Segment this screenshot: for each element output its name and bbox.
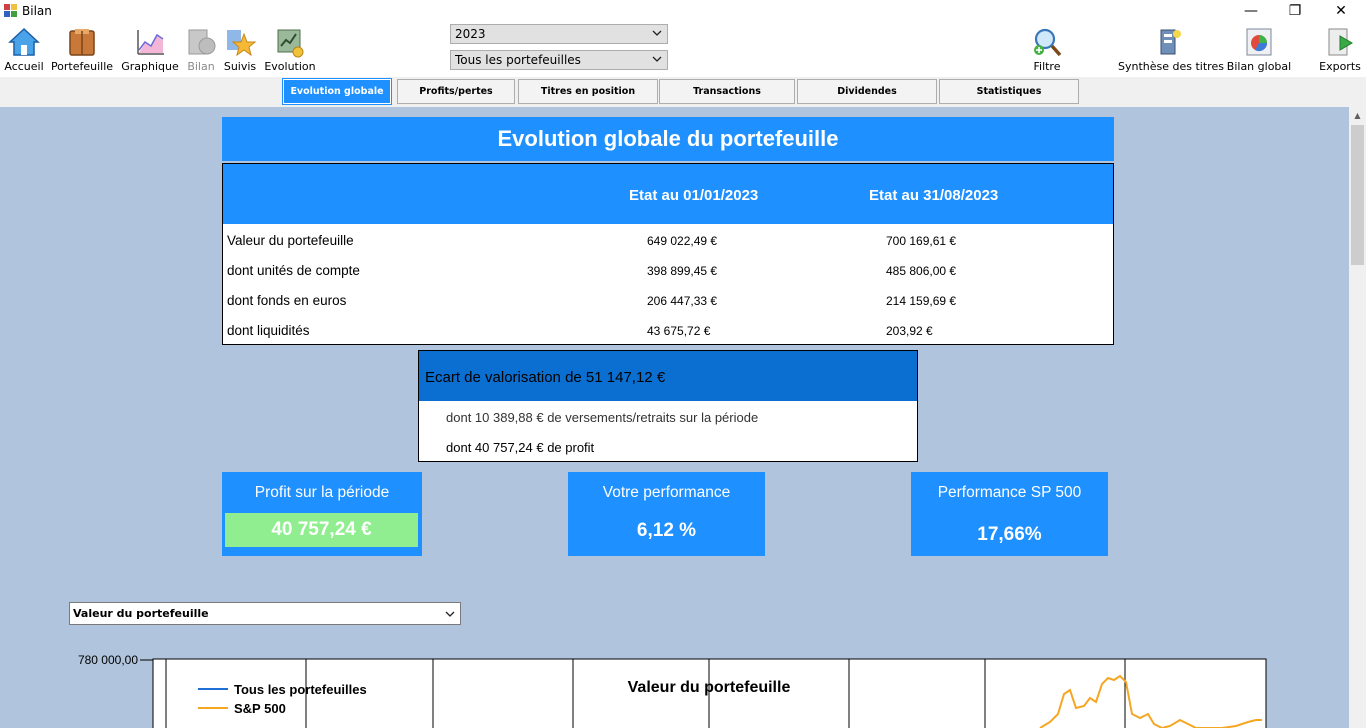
profit-card-value: 40 757,24 € [271, 519, 372, 540]
row-end-value: 700 169,61 € [886, 234, 957, 248]
minimize-button[interactable]: — [1228, 0, 1274, 23]
home-icon [8, 27, 40, 56]
table-header: Etat au 01/01/2023 Etat au 31/08/2023 [223, 164, 1113, 224]
profit-card: Profit sur la période 40 757,24 € [222, 472, 422, 556]
profit-value-box: 40 757,24 € [225, 513, 418, 547]
filter-search-icon [1034, 28, 1062, 57]
y-tick-label: 780 000,00 [78, 653, 138, 667]
valuation-table: Etat au 01/01/2023 Etat au 31/08/2023 Va… [222, 163, 1114, 345]
chevron-down-icon [445, 611, 455, 617]
portfolio-select[interactable]: Tous les portefeuilles [450, 50, 668, 70]
balance-icon [188, 29, 216, 55]
restore-button[interactable]: ❐ [1272, 0, 1318, 23]
performance-card-title: Votre performance [602, 484, 731, 501]
page-title: Evolution globale du portefeuille [222, 117, 1114, 161]
chart-icon [137, 30, 164, 55]
title-bar: Bilan — ❐ ✕ [0, 0, 1366, 23]
row-end-value: 203,92 € [886, 324, 933, 338]
legend-label-sp500: S&P 500 [234, 701, 286, 716]
row-label: dont fonds en euros [227, 293, 347, 308]
row-end-value: 214 159,69 € [886, 294, 957, 308]
bilan-button[interactable]: Bilan [183, 23, 219, 77]
graphique-button[interactable]: Graphique [120, 23, 180, 77]
evolution-button[interactable]: Evolution [262, 23, 318, 77]
app-icon [4, 4, 17, 17]
valuation-gap-title: Ecart de valorisation de 51 147,12 € [425, 369, 666, 386]
tab-statistiques[interactable]: Statistiques [939, 79, 1079, 104]
performance-card: Votre performance 6,12 % [568, 472, 765, 556]
tab-transactions[interactable]: Transactions [659, 79, 795, 104]
synthese-des-titres-button[interactable]: Synthèse des titres [1118, 23, 1224, 77]
valuation-gap-panel: Ecart de valorisation de 51 147,12 € don… [418, 350, 918, 462]
row-start-value: 398 899,45 € [647, 264, 718, 278]
chart-metric-select[interactable]: Valeur du portefeuille [69, 602, 461, 625]
toolbar: Accueil Portefeuille Graphique Bilan Sui… [0, 23, 1366, 77]
valuation-gap-header: Ecart de valorisation de 51 147,12 € [419, 351, 917, 401]
star-icon [227, 30, 256, 57]
deposits-line: dont 10 389,88 € de versements/retraits … [446, 410, 759, 425]
sp500-card: Performance SP 500 17,66% [911, 472, 1108, 556]
row-start-value: 206 447,33 € [647, 294, 718, 308]
portfolio-value-chart: 780 000,00 Valeur du portefeuille Tous l… [78, 653, 1267, 728]
year-select[interactable]: 2023 [450, 24, 668, 44]
accueil-button[interactable]: Accueil [2, 23, 46, 77]
tab-titres-en-position[interactable]: Titres en position [518, 79, 658, 104]
profit-card-title: Profit sur la période [254, 484, 390, 501]
tab-evolution-globale[interactable]: Evolution globale [282, 78, 392, 105]
row-end-value: 485 806,00 € [886, 264, 957, 278]
filtre-button[interactable]: Filtre [1022, 23, 1072, 77]
row-label: dont unités de compte [227, 263, 360, 278]
window-title: Bilan [22, 4, 52, 18]
row-label: Valeur du portefeuille [227, 233, 354, 248]
global-balance-icon [1246, 28, 1272, 56]
portfolio-icon [69, 29, 95, 56]
vertical-scrollbar[interactable]: ▲ [1349, 107, 1366, 728]
securities-summary-icon [1160, 29, 1181, 55]
tab-dividendes[interactable]: Dividendes [797, 79, 937, 104]
tab-profits-pertes[interactable]: Profits/pertes [397, 79, 515, 104]
tab-strip: Evolution globale Profits/pertes Titres … [0, 77, 1366, 107]
row-label: dont liquidités [227, 323, 310, 338]
scroll-up-arrow-icon[interactable]: ▲ [1349, 107, 1366, 124]
column-start-header: Etat au 01/01/2023 [629, 187, 759, 204]
sp500-card-title: Performance SP 500 [937, 484, 1082, 501]
portefeuille-button[interactable]: Portefeuille [50, 23, 114, 77]
row-start-value: 43 675,72 € [647, 324, 711, 338]
evolution-icon [277, 29, 304, 58]
chevron-down-icon [652, 56, 662, 62]
row-start-value: 649 022,49 € [647, 234, 718, 248]
bilan-global-button[interactable]: Bilan global [1224, 23, 1294, 77]
scrollbar-thumb[interactable] [1351, 125, 1364, 265]
close-button[interactable]: ✕ [1318, 0, 1364, 23]
chevron-down-icon [652, 30, 662, 36]
performance-card-value: 6,12 % [636, 520, 697, 541]
legend-label-portfolio: Tous les portefeuilles [234, 682, 367, 697]
profit-line: dont 40 757,24 € de profit [446, 440, 595, 455]
column-end-header: Etat au 31/08/2023 [869, 187, 999, 204]
export-icon [1328, 28, 1353, 56]
exports-button[interactable]: Exports [1316, 23, 1364, 77]
sp500-card-value: 17,66% [977, 524, 1042, 545]
suivis-button[interactable]: Suivis [222, 23, 258, 77]
chart-title: Valeur du portefeuille [628, 679, 791, 696]
